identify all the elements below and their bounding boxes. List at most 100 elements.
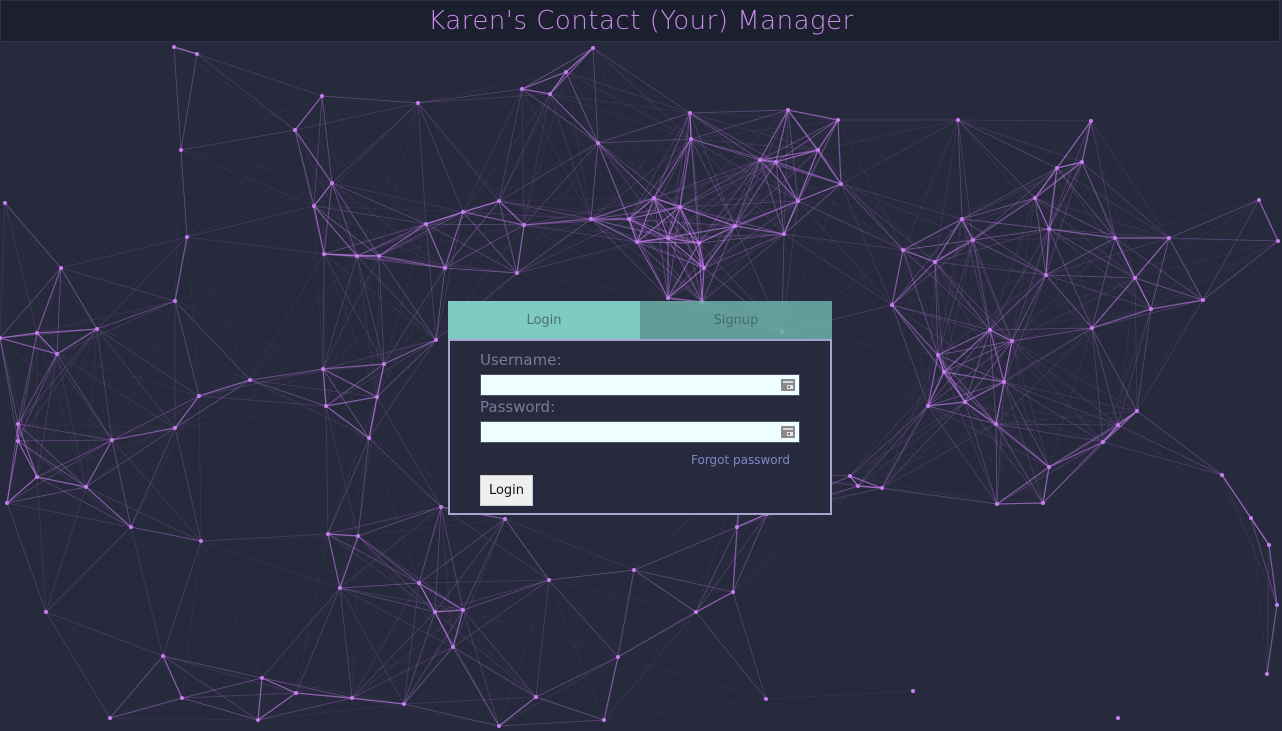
network-edge [109, 697, 183, 719]
network-edge [881, 487, 1044, 504]
tab-login[interactable]: Login [448, 301, 640, 339]
top-header-bar: Karen's Contact (Your) Manager [0, 0, 1280, 42]
network-edge [434, 518, 506, 613]
network-edge [1011, 340, 1104, 443]
username-autofill-key-icon[interactable] [781, 379, 795, 391]
network-edge [356, 223, 427, 257]
network-edge [198, 368, 324, 397]
network-edge [535, 696, 605, 721]
network-edge [603, 656, 619, 721]
network-node [963, 400, 967, 404]
network-node [890, 303, 894, 307]
network-edge [1136, 299, 1204, 412]
network-edge [1202, 199, 1260, 301]
network-node [1135, 409, 1139, 413]
network-edge [1150, 199, 1260, 310]
network-node [1089, 119, 1093, 123]
network-edge [440, 506, 464, 611]
network-edge [840, 119, 959, 185]
network-edge [257, 697, 353, 721]
network-edge [417, 102, 500, 202]
network-edge [417, 102, 427, 225]
network-edge [732, 591, 767, 700]
network-node [451, 645, 455, 649]
network-edge [376, 363, 385, 398]
network-node [324, 404, 328, 408]
network-node [382, 362, 386, 366]
network-node [312, 204, 316, 208]
network-edge [1136, 410, 1252, 519]
network-node [179, 148, 183, 152]
network-node [589, 217, 593, 221]
network-edge [996, 441, 1104, 505]
network-edge [498, 93, 551, 202]
network-edge [17, 332, 38, 425]
network-edge [323, 253, 437, 341]
network-edge [85, 395, 200, 488]
network-edge [498, 696, 537, 727]
password-input[interactable] [480, 421, 800, 443]
network-node [627, 217, 631, 221]
network-node [632, 568, 636, 572]
network-edge [689, 112, 839, 121]
network-edge [1117, 410, 1138, 426]
network-node [994, 422, 998, 426]
network-node [956, 118, 960, 122]
network-edge [695, 611, 767, 700]
username-input[interactable] [480, 374, 800, 396]
network-edge [261, 587, 341, 679]
network-edge [840, 183, 963, 220]
network-edge [1048, 441, 1104, 468]
network-node [322, 252, 326, 256]
network-edge [174, 300, 251, 381]
network-edge [1045, 274, 1204, 301]
network-node [731, 590, 735, 594]
network-node [173, 299, 177, 303]
network-edge [198, 395, 327, 407]
network-node [338, 586, 342, 590]
network-edge [376, 267, 446, 398]
password-autofill-key-icon[interactable] [781, 426, 795, 438]
network-edge [0, 202, 6, 339]
network-edge [186, 182, 333, 238]
network-node [1033, 196, 1037, 200]
network-node [321, 367, 325, 371]
network-edge [891, 261, 936, 306]
network-edge [200, 540, 263, 679]
network-node [796, 199, 800, 203]
network-edge [961, 167, 1058, 220]
network-edge [516, 272, 669, 299]
network-node [377, 254, 381, 258]
network-node [3, 201, 7, 205]
network-node [520, 87, 524, 91]
network-edge [592, 47, 599, 144]
network-edge [592, 47, 691, 114]
network-edge [857, 423, 997, 487]
network-edge [1117, 673, 1268, 719]
network-node [1113, 236, 1117, 240]
network-node [1116, 716, 1120, 720]
network-node [689, 137, 693, 141]
network-edge [96, 300, 176, 330]
network-node [564, 70, 568, 74]
network-edge [498, 197, 655, 202]
network-edge [689, 109, 789, 114]
network-node [697, 241, 701, 245]
network-edge [548, 569, 635, 581]
network-edge [257, 677, 263, 721]
network-edge [995, 423, 998, 505]
network-edge [6, 502, 132, 528]
network-node [1010, 339, 1014, 343]
network-edge [0, 337, 19, 442]
login-button[interactable]: Login [480, 475, 533, 506]
network-edge [565, 71, 592, 220]
forgot-password-link[interactable]: Forgot password [691, 453, 790, 467]
network-node [1047, 465, 1051, 469]
tab-signup[interactable]: Signup [640, 301, 832, 339]
network-node [942, 370, 946, 374]
network-edge [1102, 441, 1223, 476]
network-node [1116, 423, 1120, 427]
network-edge [0, 267, 62, 339]
network-edge [295, 587, 341, 694]
network-node [933, 260, 937, 264]
